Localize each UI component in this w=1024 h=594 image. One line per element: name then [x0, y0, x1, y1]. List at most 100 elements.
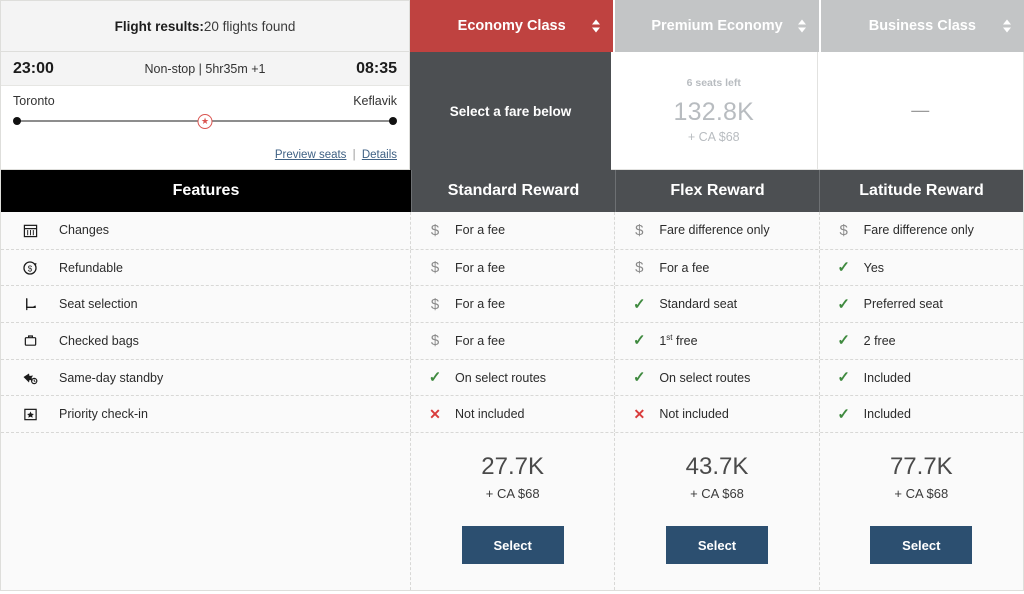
feature-value-text: For a fee: [455, 261, 505, 275]
column-header-flex-reward: Flex Reward: [615, 170, 819, 212]
flight-cities: Toronto Keflavik: [13, 94, 397, 108]
feature-value-cell: $ For a fee: [411, 212, 615, 249]
check-icon: ✓: [837, 407, 851, 422]
feature-value-cell: ✓ Preferred seat: [820, 286, 1023, 322]
feature-label: Same-day standby: [59, 371, 163, 385]
feature-value-cell: ✓ On select routes: [411, 360, 615, 396]
feature-cell: Checked bags: [1, 323, 411, 359]
premium-economy-fare-summary[interactable]: 6 seats left 132.8K + CA $68: [611, 52, 818, 170]
feature-value-text: Preferred seat: [864, 297, 943, 311]
feature-value-text: Yes: [864, 261, 884, 275]
feature-cell: Same-day standby: [1, 360, 411, 396]
latitude-cash: + CA $68: [894, 486, 948, 501]
feature-value-text: 2 free: [864, 334, 896, 348]
feature-value-cell: $ For a fee: [411, 250, 615, 286]
select-button-latitude[interactable]: Select: [870, 526, 972, 564]
select-button-flex[interactable]: Select: [666, 526, 768, 564]
tab-business-class[interactable]: Business Class: [821, 0, 1024, 52]
sort-arrows-icon[interactable]: [592, 20, 600, 33]
dollar-icon: $: [428, 297, 442, 312]
flight-card-links: Preview seats | Details: [275, 149, 397, 161]
flight-times-row: 23:00 Non-stop | 5hr35m +1 08:35: [1, 52, 409, 86]
table-body: Changes$For a fee$Fare difference only$F…: [1, 212, 1023, 432]
feature-cell: Priority check-in: [1, 396, 411, 432]
check-icon: ✓: [632, 333, 646, 348]
standby-icon: [21, 369, 39, 387]
feature-label: Seat selection: [59, 297, 138, 311]
feature-value-cell: ✓Included: [820, 360, 1023, 396]
depart-time: 23:00: [13, 60, 54, 78]
dollar-icon: $: [632, 260, 646, 275]
flex-points: 43.7K: [686, 453, 749, 481]
premium-cash: + CA $68: [688, 130, 740, 144]
dollar-icon: $: [428, 260, 442, 275]
feature-label: Checked bags: [59, 334, 139, 348]
feature-value-text: Not included: [455, 407, 525, 421]
business-unavailable-placeholder: —: [911, 100, 929, 121]
price-cell-standard: 27.7K + CA $68 Select: [411, 433, 615, 590]
feature-value-cell: $Fare difference only: [820, 212, 1023, 249]
cross-icon: ✕: [428, 407, 442, 421]
feature-cell: Seat selection: [1, 286, 411, 322]
premium-seats-left: 6 seats left: [687, 77, 741, 89]
tab-economy-class[interactable]: Economy Class: [410, 0, 615, 52]
footer-spacer: [1, 433, 411, 590]
dollar-icon: $: [837, 223, 851, 238]
table-row: Priority check-in✕Not included✕Not inclu…: [1, 395, 1023, 432]
bag-icon: [21, 332, 39, 350]
top-bar: Flight results: 20 flights found Economy…: [0, 0, 1024, 52]
check-icon: ✓: [837, 260, 851, 275]
feature-value-cell: ✓ Yes: [820, 250, 1023, 286]
feature-label: Changes: [59, 223, 109, 237]
feature-value-text: On select routes: [455, 371, 546, 385]
premium-points: 132.8K: [674, 98, 754, 127]
cross-icon: ✕: [632, 407, 646, 421]
calendar-icon: [21, 221, 39, 239]
check-icon: ✓: [632, 370, 646, 385]
flight-card: 23:00 Non-stop | 5hr35m +1 08:35 Toronto…: [0, 52, 410, 170]
details-link[interactable]: Details: [362, 149, 397, 161]
feature-value-cell: ✓Standard seat: [615, 286, 819, 322]
dollar-icon: $: [632, 223, 646, 238]
flight-results-summary: Flight results: 20 flights found: [0, 0, 410, 52]
flight-route-body: Toronto Keflavik ★: [1, 86, 409, 128]
business-fare-summary[interactable]: —: [818, 52, 1024, 170]
feature-value-text: 1st free: [659, 333, 697, 348]
table-row: $Refundable$For a fee$For a fee✓Yes: [1, 249, 1023, 286]
feature-value-cell: $For a fee: [411, 286, 615, 322]
feature-value-cell: ✓Included: [820, 396, 1023, 432]
feature-value-text: For a fee: [455, 334, 505, 348]
tab-premium-economy[interactable]: Premium Economy: [615, 0, 820, 52]
bottom-border: [0, 590, 1024, 591]
feature-value-text: Standard seat: [659, 297, 737, 311]
feature-value-text: For a fee: [455, 223, 505, 237]
tab-premium-economy-label: Premium Economy: [651, 18, 782, 34]
tab-economy-label: Economy Class: [458, 18, 566, 34]
feature-value-cell: ✓2 free: [820, 323, 1023, 359]
fare-comparison-page: Flight results: 20 flights found Economy…: [0, 0, 1024, 594]
link-separator: |: [353, 149, 356, 161]
sort-arrows-icon[interactable]: [1003, 20, 1011, 33]
column-header-latitude-reward: Latitude Reward: [819, 170, 1023, 212]
select-button-standard[interactable]: Select: [462, 526, 564, 564]
preview-seats-link[interactable]: Preview seats: [275, 149, 347, 161]
feature-value-cell: ✕Not included: [615, 396, 819, 432]
airline-maple-leaf-icon: ★: [198, 114, 213, 129]
check-icon: ✓: [837, 297, 851, 312]
table-row: Same-day standby✓On select routes✓On sel…: [1, 359, 1023, 396]
flex-cash: + CA $68: [690, 486, 744, 501]
check-icon: ✓: [428, 370, 442, 385]
svg-text:$: $: [28, 264, 33, 273]
standard-points: 27.7K: [481, 453, 544, 481]
origin-dot-icon: [13, 117, 21, 125]
column-header-standard-reward: Standard Reward: [411, 170, 615, 212]
route-line: ★: [13, 114, 397, 128]
table-row: Checked bags$For a fee✓1st free✓2 free: [1, 322, 1023, 359]
flight-results-count: 20 flights found: [204, 19, 296, 34]
dollar-icon: $: [428, 223, 442, 238]
feature-label: Refundable: [59, 261, 123, 275]
destination-dot-icon: [389, 117, 397, 125]
refund-icon: $: [21, 259, 39, 277]
sort-arrows-icon[interactable]: [798, 20, 806, 33]
features-column-header: Features: [1, 170, 411, 212]
